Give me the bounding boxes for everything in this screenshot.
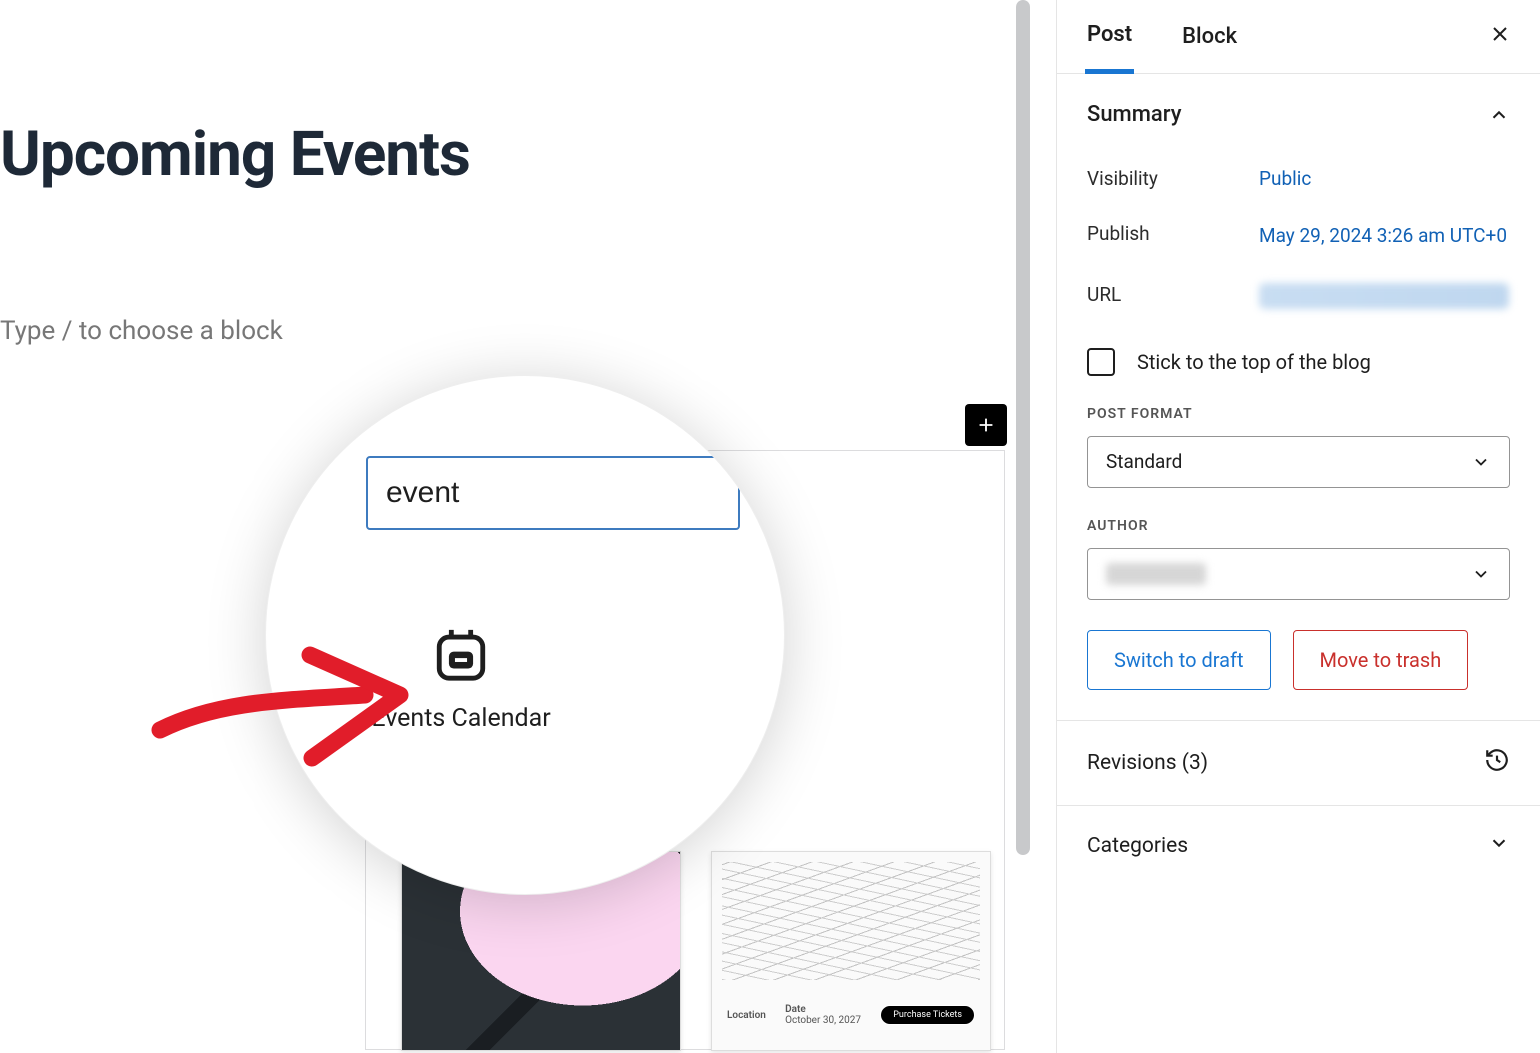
revisions-panel-header[interactable]: Revisions (3) [1057, 720, 1540, 805]
author-heading: AUTHOR [1087, 518, 1510, 534]
close-icon [772, 479, 785, 503]
revisions-label: Revisions (3) [1087, 751, 1208, 775]
pattern-date-label: Date [785, 1004, 861, 1015]
close-icon [1488, 22, 1512, 46]
url-label: URL [1087, 283, 1247, 306]
publish-label: Publish [1087, 222, 1247, 245]
tab-post[interactable]: Post [1085, 0, 1134, 74]
add-block-button[interactable] [965, 404, 1007, 446]
pattern-cta-button: Purchase Tickets [880, 1005, 975, 1025]
stick-to-top-checkbox[interactable] [1087, 348, 1115, 376]
author-select[interactable] [1087, 548, 1510, 600]
tab-block[interactable]: Block [1180, 2, 1239, 71]
close-sidebar-button[interactable] [1488, 22, 1512, 51]
visibility-label: Visibility [1087, 167, 1247, 190]
sidebar-tabs: Post Block [1057, 0, 1540, 74]
block-result-events-calendar[interactable]: Events Calendar [366, 625, 556, 736]
post-title[interactable]: Upcoming Events [0, 118, 470, 191]
block-search-field-wrap [366, 456, 740, 530]
magnifier-lens: Events Calendar [265, 375, 785, 895]
editor-scrollbar[interactable] [1016, 0, 1030, 855]
history-icon [1484, 747, 1510, 773]
pattern-thumbnail[interactable]: Location Date October 30, 2027 Purchase … [711, 851, 991, 1051]
revisions-icon [1484, 747, 1510, 779]
post-format-value: Standard [1106, 450, 1182, 473]
pattern-location-label: Location [727, 1010, 766, 1021]
block-search-input[interactable] [386, 476, 772, 510]
publish-value[interactable]: May 29, 2024 3:26 am UTC+0 [1259, 222, 1510, 251]
chevron-up-icon [1488, 104, 1510, 126]
pattern-date-value: October 30, 2027 [785, 1015, 861, 1026]
categories-label: Categories [1087, 834, 1188, 858]
switch-to-draft-button[interactable]: Switch to draft [1087, 630, 1271, 690]
visibility-value[interactable]: Public [1259, 167, 1510, 190]
chevron-down-icon [1471, 452, 1491, 472]
url-value[interactable] [1259, 283, 1510, 314]
block-placeholder-prompt[interactable]: Type / to choose a block [0, 316, 283, 346]
summary-panel-body: Visibility Public Publish May 29, 2024 3… [1057, 151, 1540, 720]
chevron-down-icon [1488, 832, 1510, 854]
block-result-label: Events Calendar [371, 703, 550, 736]
summary-heading: Summary [1087, 102, 1182, 127]
stick-to-top-label: Stick to the top of the blog [1137, 350, 1371, 374]
settings-sidebar: Post Block Summary Visibility Public Pub… [1056, 0, 1540, 1053]
stick-to-top-checkbox-row[interactable]: Stick to the top of the blog [1087, 330, 1510, 406]
plus-icon [975, 414, 997, 436]
author-value [1106, 563, 1206, 585]
clear-search-button[interactable] [772, 479, 785, 507]
post-format-select[interactable]: Standard [1087, 436, 1510, 488]
chevron-down-icon [1471, 564, 1491, 584]
events-calendar-icon [432, 625, 490, 683]
post-format-heading: POST FORMAT [1087, 406, 1510, 422]
move-to-trash-button[interactable]: Move to trash [1293, 630, 1469, 690]
categories-panel-header[interactable]: Categories [1057, 805, 1540, 886]
summary-panel-header[interactable]: Summary [1057, 74, 1540, 151]
